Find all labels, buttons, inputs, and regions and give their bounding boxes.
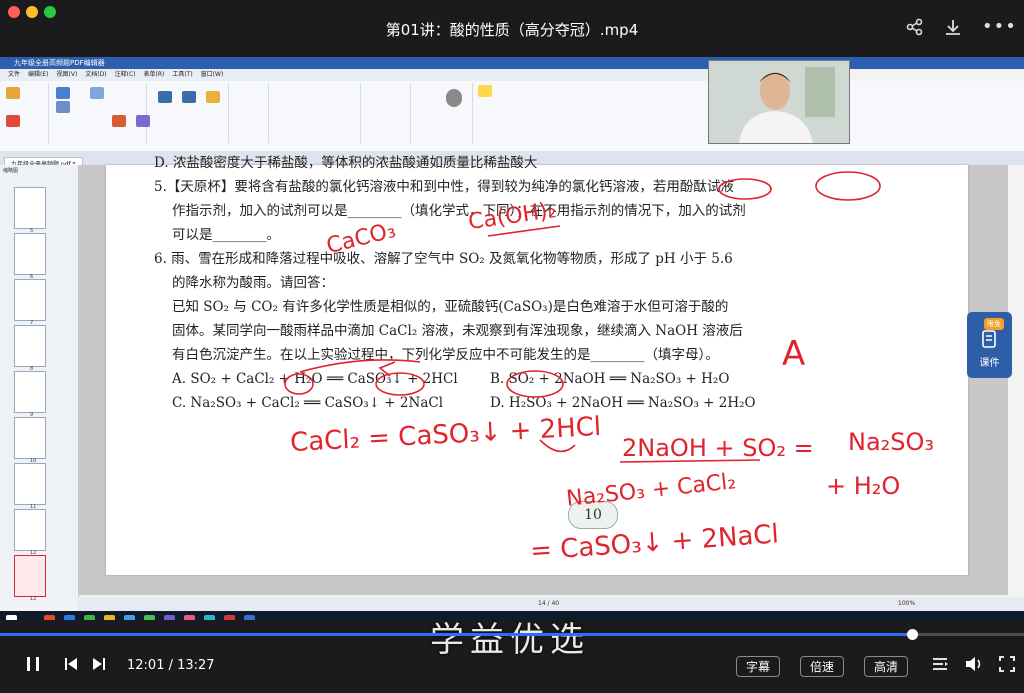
circle-mark (815, 171, 881, 201)
document-icon (981, 330, 997, 351)
circle-mark (375, 372, 425, 396)
circle-mark (506, 370, 564, 398)
next-icon[interactable] (91, 655, 107, 677)
pause-icon[interactable] (25, 655, 41, 677)
circle-mark (284, 373, 314, 395)
playback-time: 12:01 / 13:27 (127, 658, 215, 673)
player-controls: 12:01 / 13:27 字幕 倍速 高清 (0, 646, 1024, 686)
volume-icon[interactable] (964, 655, 984, 677)
handwritten-equation-2b: Na₂SO₃ (848, 428, 935, 456)
quality-button[interactable]: 高清 (864, 656, 908, 677)
courseware-panel[interactable]: 限免 课件 (967, 312, 1012, 378)
handwritten-equation-2c: + H₂O (826, 472, 901, 500)
previous-icon[interactable] (63, 655, 79, 677)
free-badge: 限免 (984, 318, 1004, 330)
fullscreen-icon[interactable] (998, 655, 1016, 677)
progress-fill (0, 633, 913, 636)
circle-mark (718, 178, 772, 200)
courseware-label: 课件 (979, 358, 1000, 369)
progress-knob[interactable] (907, 629, 919, 640)
subtitle-button[interactable]: 字幕 (736, 656, 780, 677)
playlist-icon[interactable] (931, 655, 949, 677)
handwritten-answer-3: A (782, 334, 806, 374)
arrow-stroke (299, 359, 421, 373)
handwriting-layer (284, 171, 881, 463)
speed-button[interactable]: 倍速 (800, 656, 844, 677)
handwritten-equation-2a: 2NaOH + SO₂ = (622, 434, 814, 462)
